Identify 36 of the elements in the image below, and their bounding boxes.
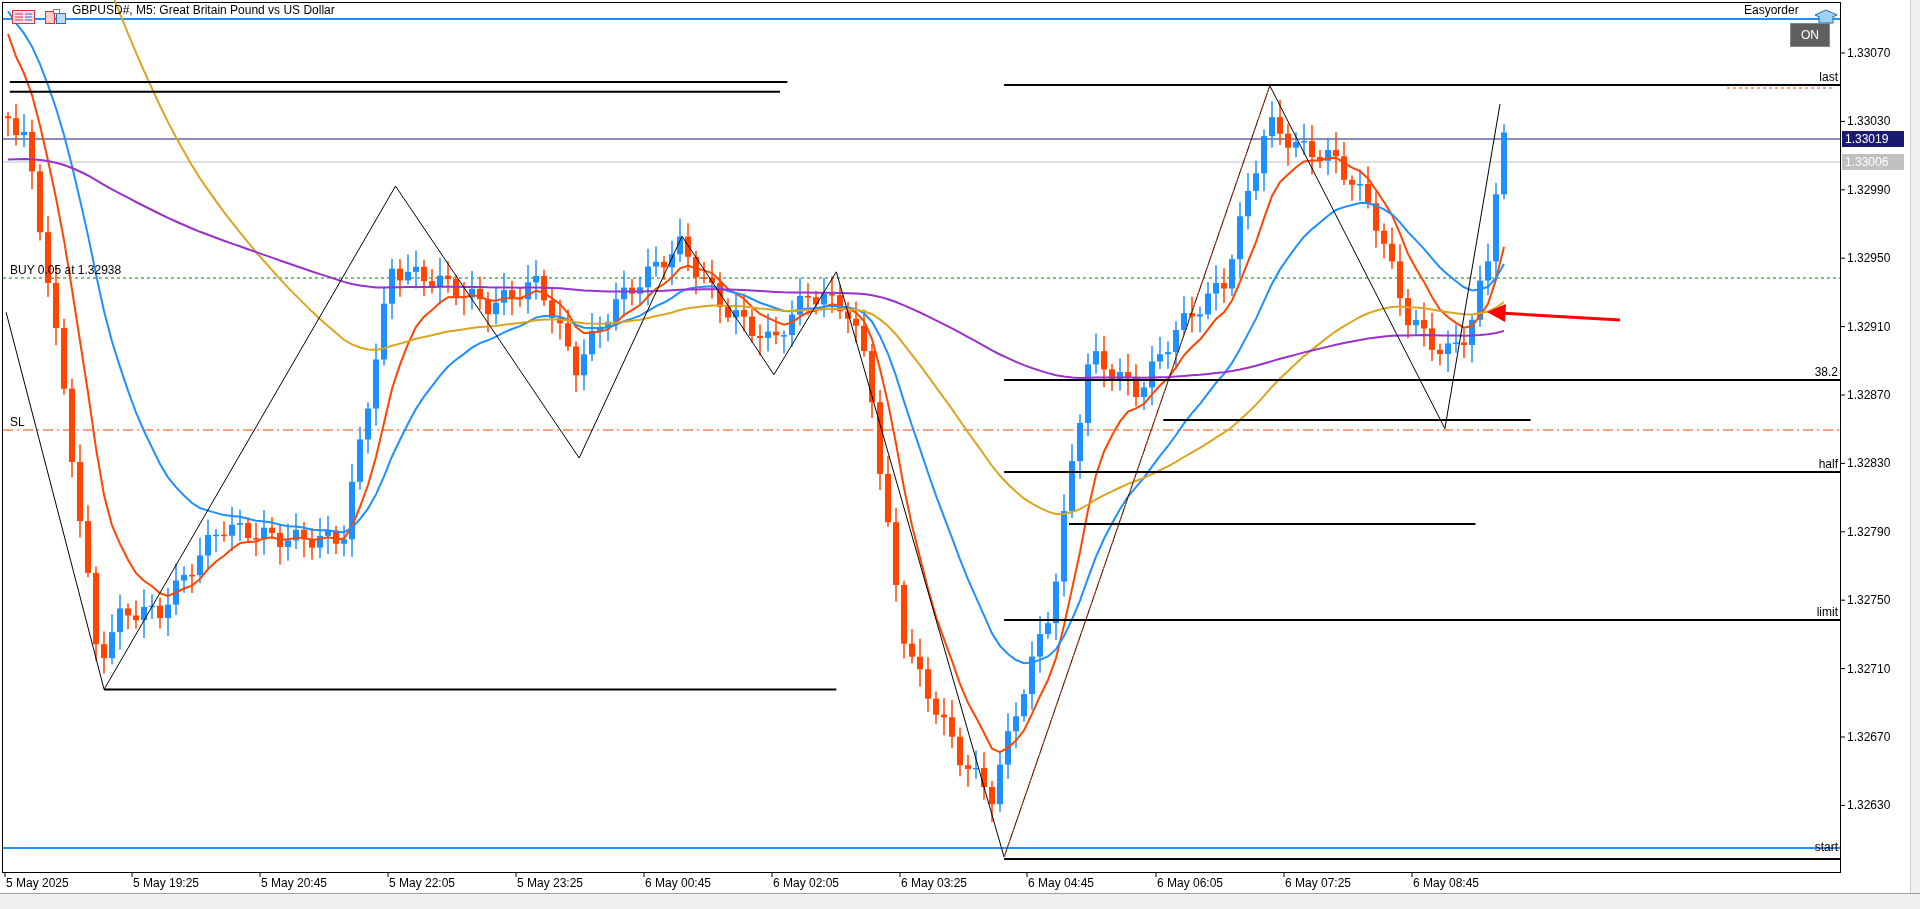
- time-tick-label: 5 May 2025: [6, 876, 69, 890]
- time-tick-label: 5 May 19:25: [133, 876, 200, 890]
- price-badge: 1.33006: [1842, 154, 1904, 170]
- price-tick-label: 1.33030: [1847, 114, 1891, 129]
- price-tick-label: 1.32790: [1847, 524, 1891, 539]
- graduation-cap-icon[interactable]: [1814, 9, 1838, 24]
- level-label: half: [1818, 457, 1838, 471]
- level-label: 38.2: [1814, 365, 1838, 379]
- price-tick-label: 1.32950: [1847, 251, 1891, 266]
- on-button[interactable]: ON: [1790, 23, 1830, 47]
- level-label: limit: [1816, 605, 1838, 619]
- order-label: SL: [10, 415, 25, 429]
- time-tick-label: 5 May 20:45: [261, 876, 328, 890]
- list-icon[interactable]: [12, 10, 35, 24]
- panel-title: Easyorder: [1744, 3, 1799, 17]
- price-tick-label: 1.32710: [1847, 661, 1891, 676]
- time-tick-label: 6 May 03:25: [901, 876, 968, 890]
- time-tick-label: 6 May 02:05: [773, 876, 840, 890]
- price-tick-label: 1.32990: [1847, 182, 1891, 197]
- price-tick-label: 1.32750: [1847, 593, 1891, 608]
- level-label: last: [1819, 70, 1838, 84]
- time-tick-label: 6 May 07:25: [1285, 876, 1352, 890]
- time-tick-label: 6 May 00:45: [645, 876, 712, 890]
- price-tick-label: 1.33070: [1847, 46, 1891, 60]
- time-tick-label: 5 May 23:25: [517, 876, 584, 890]
- price-tick-label: 1.32630: [1847, 798, 1891, 813]
- time-tick-label: 6 May 04:45: [1028, 876, 1095, 890]
- price-tick-label: 1.32670: [1847, 730, 1891, 744]
- time-tick-label: 6 May 06:05: [1157, 876, 1224, 890]
- price-badge: 1.33019: [1842, 131, 1904, 147]
- time-tick-label: 5 May 22:05: [389, 876, 456, 890]
- price-tick-label: 1.32830: [1847, 456, 1891, 471]
- time-tick-label: 6 May 08:45: [1413, 876, 1480, 890]
- price-tick-label: 1.32870: [1847, 388, 1891, 402]
- price-tick-label: 1.32910: [1847, 319, 1891, 334]
- template-icon[interactable]: [45, 9, 66, 24]
